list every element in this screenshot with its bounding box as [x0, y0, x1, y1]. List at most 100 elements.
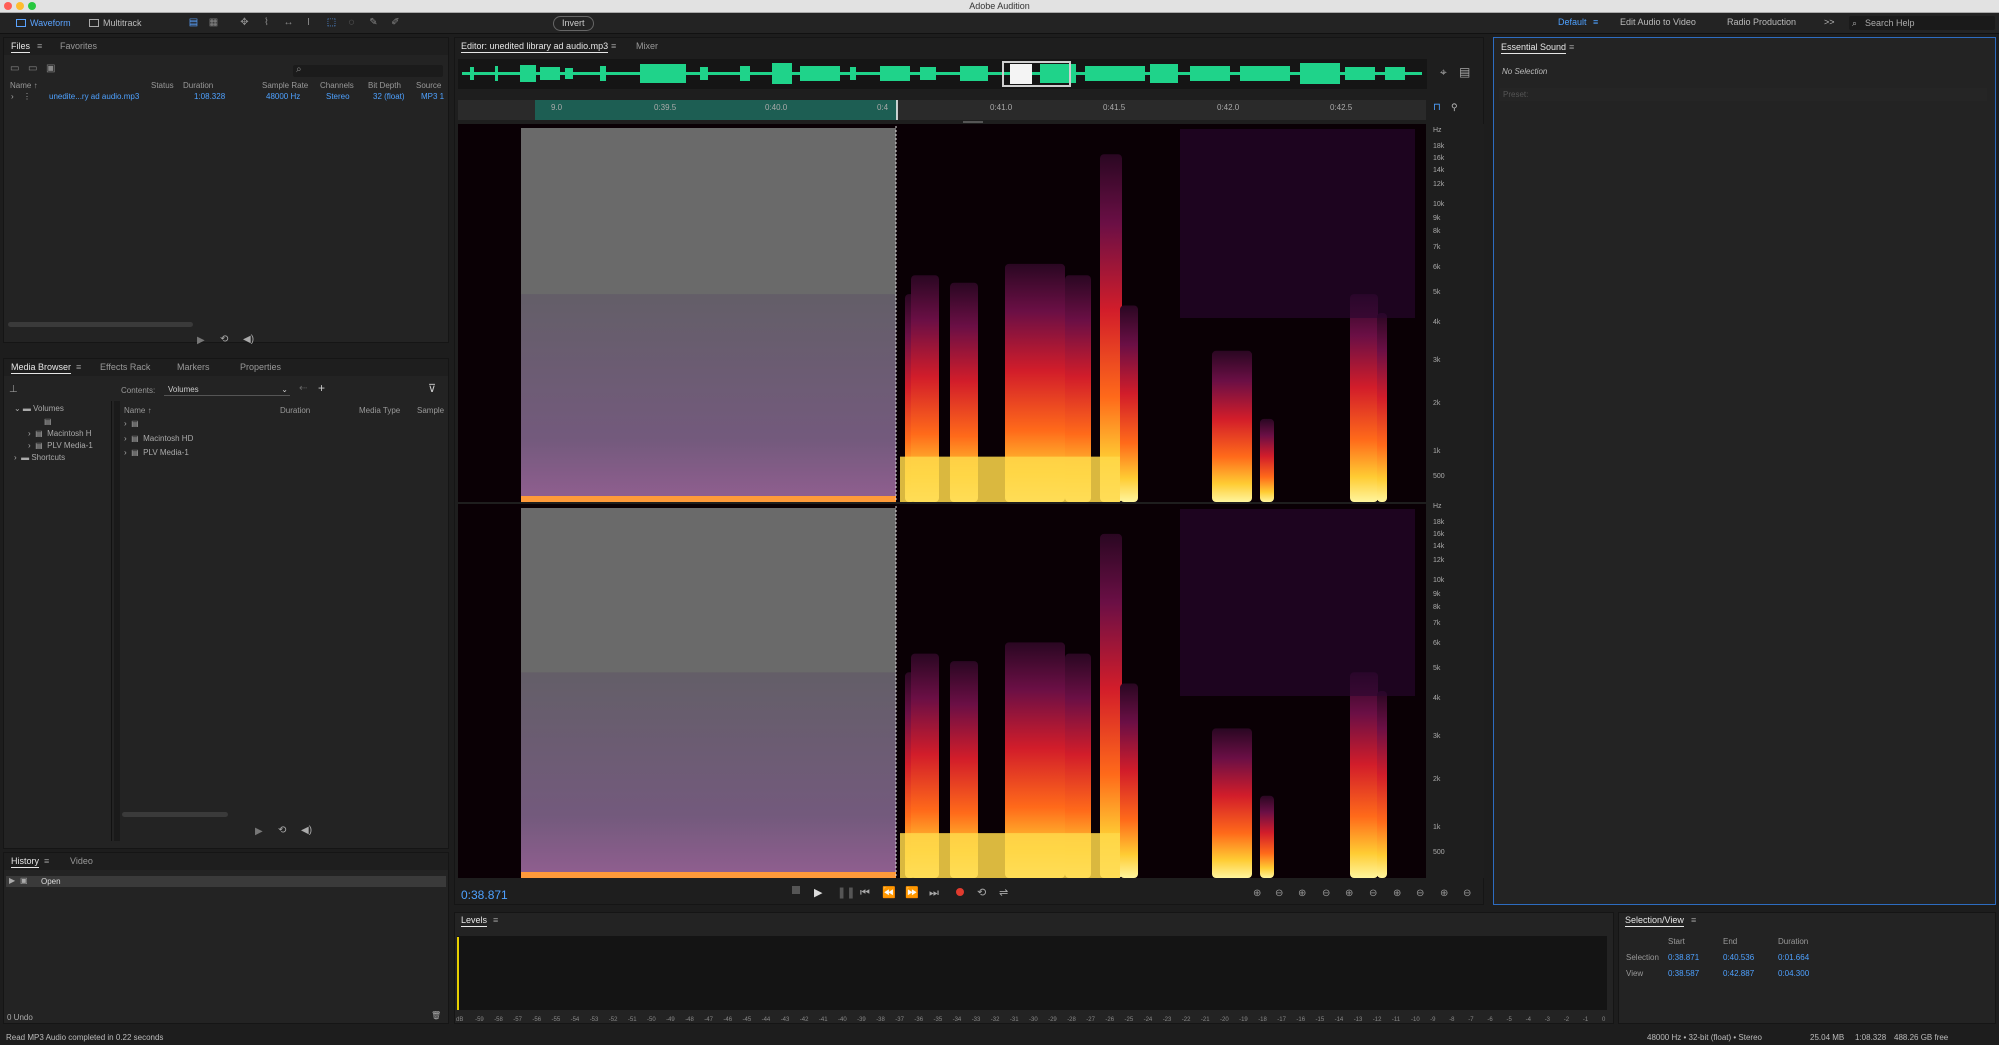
- tree-item-shortcuts[interactable]: › ▬ Shortcuts: [14, 453, 65, 462]
- history-item-open[interactable]: ▶ ▣ Open: [6, 876, 446, 887]
- selection-end[interactable]: 0:40.536: [1723, 953, 1754, 962]
- tab-markers[interactable]: Markers: [177, 362, 210, 372]
- back-arrow-icon[interactable]: ⇠: [299, 383, 307, 394]
- healing-tool-icon[interactable]: ✐: [389, 17, 402, 29]
- loop-icon[interactable]: ⟲: [220, 334, 228, 345]
- col-sample-rate[interactable]: Sample Rate: [262, 81, 308, 90]
- essential-sound-title[interactable]: Essential Sound: [1501, 42, 1567, 54]
- workspace-menu-icon[interactable]: ≡: [1593, 17, 1598, 27]
- spectral-display-icon[interactable]: ▤: [187, 17, 200, 29]
- contents-dropdown[interactable]: Volumes ⌄: [164, 383, 290, 396]
- preset-dropdown[interactable]: Preset:: [1499, 88, 1987, 101]
- list-item[interactable]: › ▤ PLV Media-1: [124, 448, 189, 457]
- col-name[interactable]: Name ↑: [10, 81, 38, 90]
- tab-mixer[interactable]: Mixer: [636, 41, 658, 51]
- current-time[interactable]: 0:38.871: [461, 888, 508, 902]
- workspace-edit-audio-to-video[interactable]: Edit Audio to Video: [1620, 17, 1696, 27]
- tab-properties[interactable]: Properties: [240, 362, 281, 372]
- search-help-field[interactable]: ⌕ Search Help: [1849, 16, 1995, 30]
- panel-menu-icon[interactable]: ≡: [1569, 42, 1574, 52]
- col-status[interactable]: Status: [151, 81, 174, 90]
- col-duration[interactable]: Duration: [183, 81, 213, 90]
- filter-icon[interactable]: ⊽: [428, 382, 436, 395]
- panel-menu-icon[interactable]: ≡: [76, 362, 81, 372]
- selection-start[interactable]: 0:38.871: [1668, 953, 1699, 962]
- view-duration[interactable]: 0:04.300: [1778, 969, 1809, 978]
- volumes-icon[interactable]: ⊥: [9, 384, 18, 395]
- pitch-display-icon[interactable]: ▦: [207, 17, 220, 29]
- tab-favorites[interactable]: Favorites: [60, 41, 97, 51]
- tree-item-plv-media[interactable]: › ▤ PLV Media-1: [28, 441, 93, 450]
- media-scrollbar[interactable]: [122, 812, 228, 817]
- overview-menu-icon[interactable]: ▤: [1459, 65, 1470, 79]
- view-end[interactable]: 0:42.887: [1723, 969, 1754, 978]
- file-source: MP3 1: [421, 92, 445, 101]
- waveform-label: Waveform: [30, 18, 71, 28]
- levels-title[interactable]: Levels: [461, 915, 488, 927]
- hud-volume-icon[interactable]: ◔: [466, 104, 472, 115]
- play-icon[interactable]: ▶: [197, 335, 205, 346]
- add-shortcut-icon[interactable]: +: [318, 381, 325, 395]
- brush-tool-icon[interactable]: ✎: [367, 17, 380, 29]
- slip-tool-icon[interactable]: ↔: [282, 17, 295, 29]
- col-media-type[interactable]: Media Type: [359, 406, 400, 415]
- panel-menu-icon[interactable]: ≡: [493, 915, 498, 925]
- trash-icon[interactable]: 🗑: [431, 1011, 441, 1020]
- tree-item-macintosh-hd[interactable]: › ▤ Macintosh H: [28, 429, 92, 438]
- col-channels[interactable]: Channels: [320, 81, 354, 90]
- move-tool-icon[interactable]: ✥: [238, 17, 251, 29]
- col-source[interactable]: Source: [416, 81, 441, 90]
- file-row[interactable]: › ⋮ unedite...ry ad audio.mp3 1:08.328 4…: [8, 91, 448, 102]
- open-file-icon[interactable]: ▭: [10, 63, 19, 74]
- tab-effects-rack[interactable]: Effects Rack: [100, 362, 150, 372]
- col-duration[interactable]: Duration: [280, 406, 310, 415]
- view-start[interactable]: 0:38.587: [1668, 969, 1699, 978]
- import-file-icon[interactable]: ▭: [28, 63, 37, 74]
- expand-chevron-icon[interactable]: ›: [11, 92, 14, 101]
- drive-icon[interactable]: ▤: [44, 417, 52, 426]
- snap-icon[interactable]: ⊓: [1433, 102, 1441, 113]
- tab-editor[interactable]: Editor: unedited library ad audio.mp3: [461, 41, 609, 53]
- panel-menu-icon[interactable]: ≡: [37, 41, 42, 51]
- razor-tool-icon[interactable]: ⌇: [260, 17, 273, 29]
- more-workspaces-button[interactable]: >>: [1824, 17, 1835, 27]
- tree-item-volumes[interactable]: ⌄ ▬ Volumes: [14, 404, 64, 413]
- waveform-mode-button[interactable]: Waveform: [16, 16, 71, 31]
- tab-video[interactable]: Video: [70, 856, 93, 866]
- tab-history[interactable]: History: [11, 856, 40, 868]
- files-search-input[interactable]: ⌕: [293, 64, 443, 77]
- col-bit-depth[interactable]: Bit Depth: [368, 81, 401, 90]
- gain-readout[interactable]: +0 dB: [481, 105, 500, 112]
- loop-icon[interactable]: ⟲: [278, 825, 286, 836]
- zoom-overview-icon[interactable]: ⌖: [1440, 65, 1447, 80]
- lasso-tool-icon[interactable]: ◌: [345, 17, 358, 29]
- time-selection-tool-icon[interactable]: I: [302, 17, 315, 29]
- panel-menu-icon[interactable]: ≡: [1691, 915, 1696, 925]
- marquee-tool-icon[interactable]: ⬚: [325, 17, 338, 29]
- marker-pin-icon[interactable]: ⚲: [1451, 102, 1458, 113]
- multitrack-icon: [89, 19, 99, 27]
- tab-media-browser[interactable]: Media Browser: [11, 362, 72, 374]
- panel-menu-icon[interactable]: ≡: [611, 41, 616, 51]
- selection-view-title[interactable]: Selection/View: [1625, 915, 1684, 927]
- level-tick-label: -18: [1258, 1017, 1267, 1023]
- panel-menu-icon[interactable]: ≡: [44, 856, 49, 866]
- multitrack-mode-button[interactable]: Multitrack: [89, 16, 142, 31]
- splitter[interactable]: [114, 401, 120, 841]
- list-item[interactable]: › ▤ Macintosh HD: [124, 434, 193, 443]
- selection-duration[interactable]: 0:01.664: [1778, 953, 1809, 962]
- file-bit-depth: 32 (float): [373, 92, 405, 101]
- workspace-radio-production[interactable]: Radio Production: [1727, 17, 1796, 27]
- play-icon[interactable]: ▶: [255, 826, 263, 837]
- new-file-icon[interactable]: ▣: [46, 63, 55, 74]
- files-scrollbar[interactable]: [8, 322, 193, 327]
- tab-files[interactable]: Files: [11, 41, 31, 53]
- level-tick-label: -46: [723, 1017, 733, 1023]
- autoplay-icon[interactable]: ◀): [301, 825, 312, 836]
- autoplay-icon[interactable]: ◀): [243, 334, 254, 345]
- workspace-default[interactable]: Default: [1558, 17, 1587, 27]
- col-sample[interactable]: Sample: [417, 406, 444, 415]
- invert-button[interactable]: Invert: [553, 16, 594, 31]
- col-name[interactable]: Name ↑: [124, 406, 152, 415]
- list-item[interactable]: › ▤: [124, 419, 139, 428]
